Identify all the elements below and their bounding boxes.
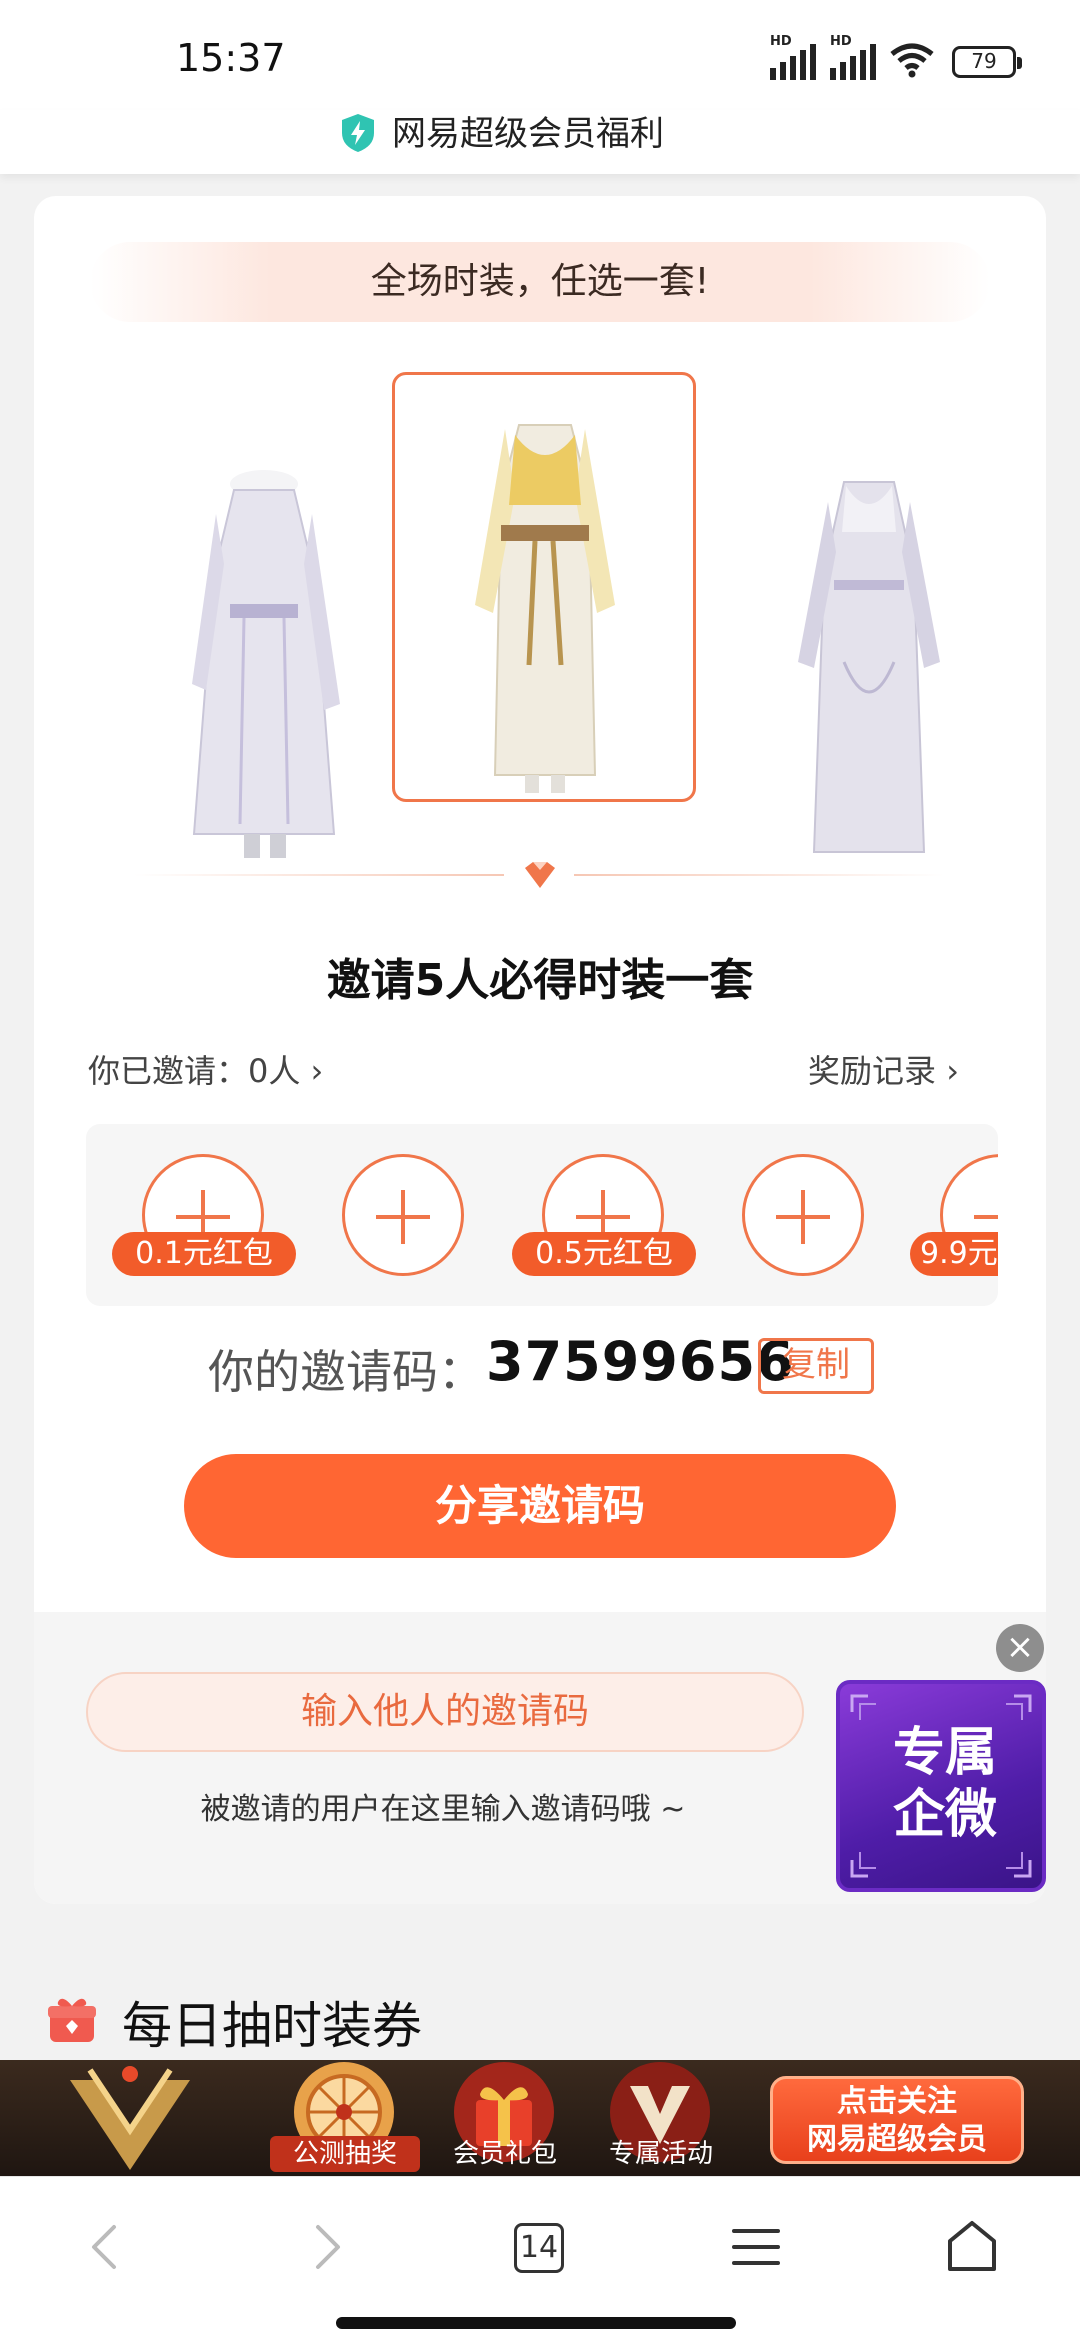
invite-slots: 0.1元红包 0.5元红包 9.9元 <box>86 1124 998 1306</box>
chevron-right-icon: › <box>310 1052 324 1090</box>
promo-label: 会员礼包 <box>452 2139 557 2169</box>
outfit-option-right[interactable] <box>774 462 964 882</box>
browser-nav-bar: 14 <box>0 2176 1080 2340</box>
invited-count-link[interactable]: 你已邀请：0人 › <box>88 1046 323 1092</box>
outfit-option-left[interactable] <box>164 454 364 874</box>
plus-icon <box>974 1215 998 1219</box>
copy-button[interactable]: 复制 <box>758 1338 874 1394</box>
close-icon[interactable]: × <box>996 1624 1044 1672</box>
signal-hd-label: HD <box>770 34 792 49</box>
promo-label: 公测抽奖 <box>270 2136 420 2172</box>
promo-item-lottery[interactable]: 公测抽奖 <box>270 2060 420 2176</box>
cta-line-1: 点击关注 <box>837 2084 957 2119</box>
title-bar: 网易超级会员福利 <box>0 110 1080 174</box>
cta-line-2: 网易超级会员 <box>807 2122 987 2157</box>
menu-icon[interactable] <box>726 2217 786 2277</box>
invite-code-label: 你的邀请码： <box>208 1345 484 1399</box>
tabs-count-icon: 14 <box>514 2223 564 2273</box>
home-icon[interactable] <box>942 2217 1002 2277</box>
invite-card: 全场时装，任选一套! 邀请5人必得时装一套 你已邀请：0人 › 奖励记录 › 0… <box>34 196 1046 1904</box>
diamond-heart-icon <box>525 862 555 888</box>
divider-line-left <box>134 874 504 876</box>
badge-line-2: 企微 <box>892 1784 997 1845</box>
wifi-icon <box>890 43 934 78</box>
daily-section-title: 每日抽时装券 <box>122 1997 422 2055</box>
exclusive-wecom-badge[interactable]: 专属 企微 <box>836 1680 1046 1892</box>
outfit-option-center-selected[interactable] <box>392 372 696 802</box>
shield-bolt-icon <box>342 114 374 152</box>
gesture-home-bar[interactable] <box>336 2317 736 2329</box>
invite-code-value: 37599656 <box>486 1330 795 1393</box>
forward-arrow-icon[interactable] <box>296 2217 356 2277</box>
signal-icon: HD <box>830 34 876 80</box>
tabs-button[interactable]: 14 <box>514 2223 564 2273</box>
reward-records-link[interactable]: 奖励记录 › <box>808 1046 959 1092</box>
badge-line-1: 专属 <box>892 1722 997 1783</box>
gift-icon <box>48 1998 96 2042</box>
promo-bar: 公测抽奖 会员礼包 专属活动 点击关注 网易超级会员 <box>0 2060 1080 2176</box>
game-logo <box>70 2066 190 2170</box>
status-bar: 15:37 HD HD 79 <box>0 0 1080 110</box>
gold-gown-image <box>475 424 615 793</box>
promo-banner: 全场时装，任选一套! <box>90 242 990 322</box>
promo-label: 专属活动 <box>608 2139 713 2169</box>
follow-cta-button[interactable]: 点击关注 网易超级会员 <box>770 2076 1024 2164</box>
slot-reward-badge: 0.5元红包 <box>512 1232 696 1276</box>
invite-slot-2[interactable] <box>342 1154 464 1276</box>
back-arrow-icon[interactable] <box>76 2217 136 2277</box>
slot-reward-badge: 9.9元 <box>910 1232 998 1276</box>
promo-item-exclusive-events[interactable]: 专属活动 <box>586 2060 726 2176</box>
signal-hd-label: HD <box>830 34 852 49</box>
enter-code-hint: 被邀请的用户在这里输入邀请码哦 ~ <box>200 1792 686 1827</box>
battery-indicator: 79 <box>952 46 1022 78</box>
page-title: 网易超级会员福利 <box>392 114 664 154</box>
invited-count-label: 你已邀请：0人 <box>88 1052 301 1090</box>
badge-text: 专属 企微 <box>840 1722 1050 1846</box>
divider-line-right <box>574 874 944 876</box>
reward-records-label: 奖励记录 <box>808 1052 937 1090</box>
invite-headline: 邀请5人必得时装一套 <box>326 955 754 1006</box>
promo-item-gift-pack[interactable]: 会员礼包 <box>430 2060 570 2176</box>
slot-reward-badge: 0.1元红包 <box>112 1232 296 1276</box>
enter-invite-code-button[interactable]: 输入他人的邀请码 <box>86 1672 804 1752</box>
invite-slot-4[interactable] <box>742 1154 864 1276</box>
signal-icon: HD <box>770 34 816 80</box>
status-time: 15:37 <box>176 36 286 80</box>
share-invite-code-button[interactable]: 分享邀请码 <box>184 1454 896 1558</box>
chevron-right-icon: › <box>946 1052 959 1090</box>
